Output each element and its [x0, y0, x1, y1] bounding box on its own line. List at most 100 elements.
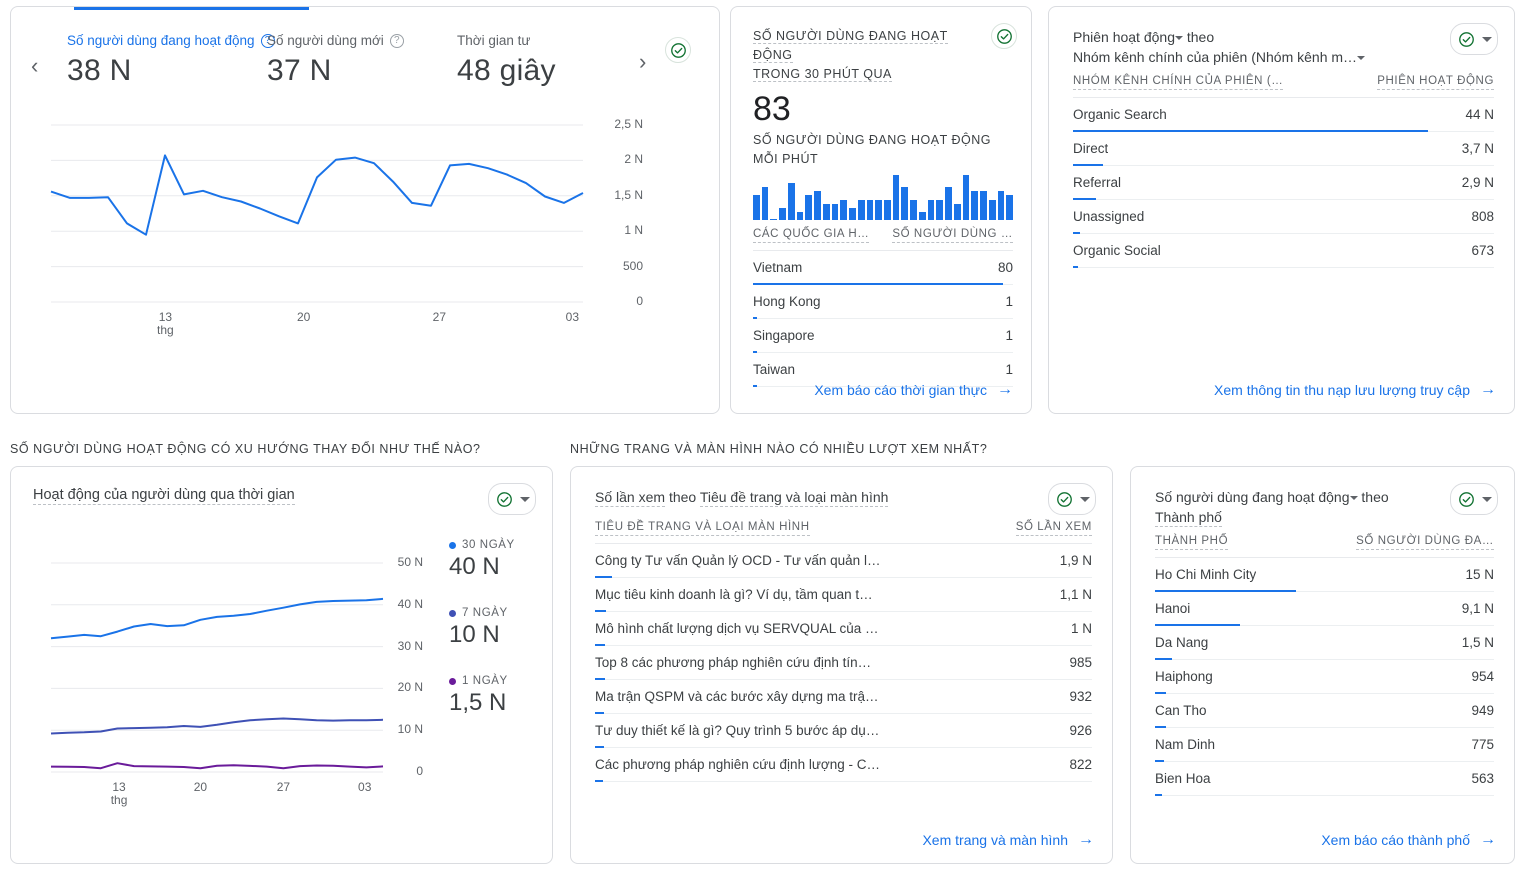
row-label[interactable]: Bien Hoa	[1155, 771, 1211, 786]
table-row[interactable]: Các phương pháp nghiên cứu định lượng - …	[595, 748, 1092, 782]
row-label[interactable]: Hanoi	[1155, 601, 1190, 616]
channels-dimension-selector[interactable]: Nhóm kênh chính của phiên (Nhóm kênh m…	[1073, 49, 1357, 65]
cities-metric-selector[interactable]: Số người dùng đang hoạt động	[1155, 489, 1350, 505]
pages-col-metric[interactable]: SỐ LẦN XEM	[1016, 521, 1092, 536]
table-row[interactable]: Da Nang1,5 N	[1155, 626, 1494, 660]
pages-dimension-selector[interactable]: Tiêu đề trang và loại màn hình	[700, 489, 889, 507]
table-row[interactable]: Tư duy thiết kế là gì? Quy trình 5 bước …	[595, 714, 1092, 748]
cities-col-metric[interactable]: SỐ NGƯỜI DÙNG ĐA…	[1356, 535, 1494, 550]
row-label[interactable]: Haiphong	[1155, 669, 1213, 684]
metric-active-users[interactable]: Số người dùng đang hoạt động ? 38 N	[67, 33, 267, 88]
sparkline-bar	[788, 183, 795, 220]
metric-new-users[interactable]: Số người dùng mới ? 37 N	[267, 33, 457, 88]
table-row[interactable]: Vietnam80	[753, 251, 1013, 285]
row-value: 932	[1059, 689, 1092, 704]
row-label[interactable]: Organic Social	[1073, 243, 1161, 258]
legend-item[interactable]: 30 NGÀY40 N	[449, 539, 515, 581]
legend-item[interactable]: 1 NGÀY1,5 N	[449, 675, 508, 717]
pages-options[interactable]	[1048, 483, 1096, 515]
row-label[interactable]: Công ty Tư vấn Quản lý OCD - Tư vấn quản…	[595, 553, 880, 568]
activity-options[interactable]	[488, 483, 536, 515]
chevron-down-icon[interactable]	[520, 497, 530, 502]
chevron-down-icon[interactable]	[1357, 56, 1365, 60]
activity-title-text[interactable]: Hoạt động của người dùng qua thời gian	[33, 487, 295, 505]
cities-dimension-selector[interactable]: Thành phố	[1155, 509, 1222, 527]
legend-item[interactable]: 7 NGÀY10 N	[449, 607, 508, 649]
status-dropdown-pill[interactable]	[1048, 483, 1096, 515]
table-row[interactable]: Mục tiêu kinh doanh là gì? Ví dụ, tầm qu…	[595, 578, 1092, 612]
row-label[interactable]: Singapore	[753, 328, 815, 343]
table-row[interactable]: Singapore1	[753, 319, 1013, 353]
y-axis-tick: 1,5 N	[614, 188, 643, 202]
chevron-down-icon[interactable]	[1175, 36, 1183, 40]
cities-options[interactable]	[1450, 483, 1498, 515]
channels-col-dim[interactable]: NHÓM KÊNH CHÍNH CỦA PHIÊN (…	[1073, 75, 1283, 90]
overview-prev-button[interactable]: ‹	[31, 53, 38, 79]
sparkline-bar	[770, 219, 777, 220]
table-row[interactable]: Haiphong954	[1155, 660, 1494, 694]
table-row[interactable]: Hong Kong1	[753, 285, 1013, 319]
realtime-col-country[interactable]: CÁC QUỐC GIA H…	[753, 228, 869, 243]
row-label[interactable]: Ho Chi Minh City	[1155, 567, 1256, 582]
table-row[interactable]: Referral2,9 N	[1073, 166, 1494, 200]
row-value: 1 N	[1061, 621, 1092, 636]
y-axis-tick: 2,5 N	[614, 117, 643, 131]
table-row[interactable]: Unassigned808	[1073, 200, 1494, 234]
overview-status-check[interactable]	[665, 37, 691, 63]
channels-metric-selector[interactable]: Phiên hoạt động	[1073, 29, 1175, 45]
row-label[interactable]: Top 8 các phương pháp nghiên cứu định tí…	[595, 655, 871, 670]
overview-next-button[interactable]: ›	[639, 49, 646, 75]
table-row[interactable]: Bien Hoa563	[1155, 762, 1494, 796]
row-value: 775	[1461, 737, 1494, 752]
table-row[interactable]: Ma trận QSPM và các bước xây dựng ma trậ…	[595, 680, 1092, 714]
row-label[interactable]: Referral	[1073, 175, 1121, 190]
metric-avg-engagement-time[interactable]: Thời gian tư 48 giây	[457, 33, 577, 88]
chevron-down-icon[interactable]	[1482, 497, 1492, 502]
help-icon[interactable]: ?	[390, 34, 404, 48]
channels-report-link[interactable]: Xem thông tin thu nạp lưu lượng truy cập…	[1049, 367, 1514, 413]
realtime-status-check[interactable]	[991, 23, 1017, 49]
legend-value: 40 N	[449, 553, 515, 581]
pages-metric-selector[interactable]: Số lần xem	[595, 489, 665, 507]
row-label[interactable]: Direct	[1073, 141, 1108, 156]
row-label[interactable]: Vietnam	[753, 260, 802, 275]
table-row[interactable]: Hanoi9,1 N	[1155, 592, 1494, 626]
row-label[interactable]: Nam Dinh	[1155, 737, 1215, 752]
table-row[interactable]: Top 8 các phương pháp nghiên cứu định tí…	[595, 646, 1092, 680]
chevron-down-icon[interactable]	[1482, 37, 1492, 42]
channels-options[interactable]	[1450, 23, 1498, 55]
table-row[interactable]: Nam Dinh 775	[1155, 728, 1494, 762]
pages-col-dim[interactable]: TIÊU ĐỀ TRANG VÀ LOẠI MÀN HÌNH	[595, 521, 810, 536]
row-label[interactable]: Mô hình chất lượng dịch vụ SERVQUAL của …	[595, 621, 879, 636]
table-row[interactable]: Direct3,7 N	[1073, 132, 1494, 166]
table-row[interactable]: Công ty Tư vấn Quản lý OCD - Tư vấn quản…	[595, 544, 1092, 578]
row-label[interactable]: Mục tiêu kinh doanh là gì? Ví dụ, tầm qu…	[595, 587, 873, 602]
row-label[interactable]: Unassigned	[1073, 209, 1144, 224]
row-label[interactable]: Can Tho	[1155, 703, 1207, 718]
row-label[interactable]: Da Nang	[1155, 635, 1208, 650]
table-row[interactable]: Mô hình chất lượng dịch vụ SERVQUAL của …	[595, 612, 1092, 646]
table-row[interactable]: Ho Chi Minh City15 N	[1155, 558, 1494, 592]
cities-col-dim[interactable]: THÀNH PHỐ	[1155, 535, 1228, 550]
status-dropdown-pill[interactable]	[1450, 483, 1498, 515]
row-label[interactable]: Organic Search	[1073, 107, 1167, 122]
row-label[interactable]: Ma trận QSPM và các bước xây dựng ma trậ…	[595, 689, 879, 704]
status-dropdown-pill[interactable]	[488, 483, 536, 515]
table-row[interactable]: Organic Social673	[1073, 234, 1494, 268]
row-label[interactable]: Các phương pháp nghiên cứu định lượng - …	[595, 757, 880, 772]
realtime-report-link[interactable]: Xem báo cáo thời gian thực →	[731, 367, 1031, 413]
table-row[interactable]: Organic Search44 N	[1073, 98, 1494, 132]
channels-title: Phiên hoạt động theo Nhóm kênh chính của…	[1073, 27, 1403, 67]
table-row[interactable]: Can Tho949	[1155, 694, 1494, 728]
chevron-down-icon[interactable]	[1350, 496, 1358, 500]
pages-report-link[interactable]: Xem trang và màn hình →	[571, 817, 1112, 863]
x-axis-sublabel: thg	[143, 323, 187, 337]
check-circle-icon	[1453, 26, 1479, 52]
chevron-down-icon[interactable]	[1080, 497, 1090, 502]
row-label[interactable]: Hong Kong	[753, 294, 821, 309]
cities-report-link[interactable]: Xem báo cáo thành phố →	[1131, 817, 1514, 863]
row-label[interactable]: Tư duy thiết kế là gì? Quy trình 5 bước …	[595, 723, 879, 738]
status-dropdown-pill[interactable]	[1450, 23, 1498, 55]
realtime-col-users[interactable]: SỐ NGƯỜI DÙNG …	[892, 228, 1013, 243]
channels-col-metric[interactable]: PHIÊN HOẠT ĐỘNG	[1377, 75, 1494, 90]
